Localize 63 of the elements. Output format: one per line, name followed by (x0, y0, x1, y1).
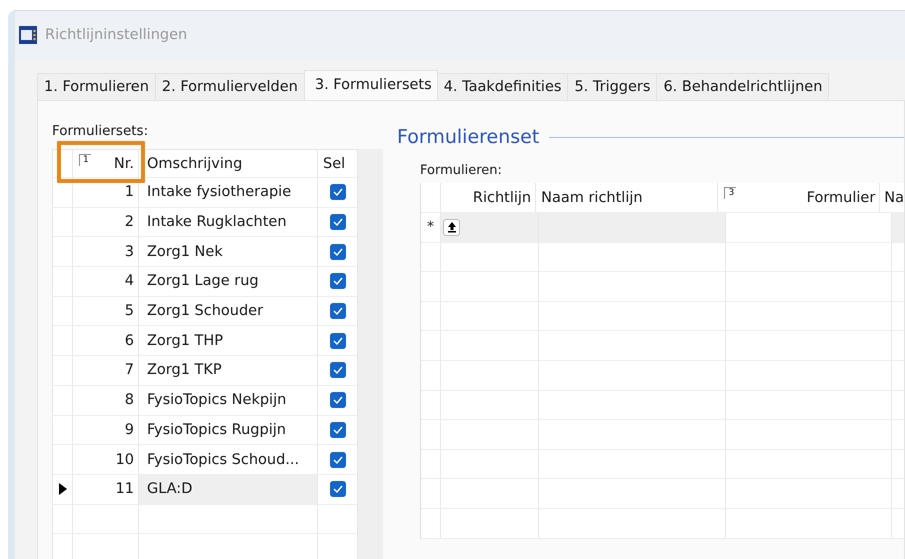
check-icon (332, 336, 342, 345)
checkbox[interactable] (330, 184, 346, 200)
grid-label: Formuliersets: (52, 123, 150, 141)
checkbox[interactable] (330, 362, 346, 378)
check-icon (332, 248, 342, 256)
checkbox[interactable] (330, 481, 346, 498)
table-cell[interactable]: Intake fysiotherapie (139, 178, 318, 207)
checkbox[interactable] (330, 422, 346, 438)
table-cell: 3 (73, 237, 139, 266)
upload-button[interactable] (443, 218, 460, 236)
grid-label: Formulieren: (420, 163, 503, 180)
window-title: Richtlijninstellingen (45, 27, 188, 43)
checkbox[interactable] (330, 452, 346, 468)
table-cell[interactable]: Zorg1 TKP (139, 356, 318, 385)
tab[interactable]: 3. Formuliersets (304, 70, 438, 100)
check-icon (332, 426, 342, 434)
table-cell: 10 (73, 445, 139, 474)
table-cell[interactable]: Zorg1 Lage rug (139, 267, 318, 296)
group-heading: Formulierenset (397, 126, 540, 148)
sort-order-indicator: 3 (724, 187, 736, 199)
table-cell: 7 (73, 356, 139, 385)
check-icon (332, 396, 342, 404)
check-icon (332, 307, 342, 316)
checkbox[interactable] (330, 392, 346, 408)
sort-order-indicator: 1 (79, 154, 91, 166)
table-cell: 2 (73, 208, 139, 236)
tab[interactable]: 1. Formulieren (37, 73, 156, 100)
table-cell[interactable]: GLA:D (139, 474, 318, 504)
app-logo-icon (19, 26, 37, 44)
checkbox[interactable] (330, 214, 346, 230)
column-header[interactable]: 1 Nr. (73, 150, 139, 177)
column-header[interactable]: 3 Formulier (718, 183, 880, 212)
check-icon (332, 218, 342, 226)
table-cell[interactable]: Zorg1 Nek (139, 237, 318, 266)
table-cell: 8 (73, 386, 139, 414)
column-header[interactable]: Omschrijving (139, 150, 318, 177)
table-cell[interactable]: FysioTopics Rugpijn (139, 416, 318, 444)
check-icon (332, 485, 342, 494)
tab[interactable]: 6. Behandelrichtlijnen (656, 73, 830, 100)
column-header[interactable]: Na (880, 183, 904, 212)
table-cell: 9 (73, 416, 139, 444)
column-header[interactable]: Sel (318, 150, 357, 177)
check-icon (332, 188, 342, 196)
table-cell: 1 (73, 178, 139, 207)
checkbox[interactable] (330, 332, 346, 349)
column-header[interactable]: Naam richtlijn (536, 183, 718, 212)
checkbox[interactable] (330, 273, 346, 290)
table-cell[interactable]: FysioTopics Schoud... (139, 445, 318, 474)
table-cell[interactable]: Zorg1 Schouder (139, 296, 318, 326)
checkbox[interactable] (330, 244, 346, 260)
new-row-marker: * (427, 219, 434, 236)
check-icon (332, 456, 342, 464)
table-cell: 6 (73, 326, 139, 356)
table-cell[interactable]: FysioTopics Nekpijn (139, 386, 318, 414)
up-arrow-icon (446, 221, 456, 234)
table-cell[interactable]: Intake Rugklachten (139, 208, 318, 236)
table-cell: 4 (73, 267, 139, 296)
column-header[interactable]: Richtlijn (440, 183, 536, 212)
table-cell[interactable]: Zorg1 THP (139, 326, 318, 356)
check-icon (332, 277, 342, 286)
checkbox[interactable] (330, 303, 346, 320)
check-icon (332, 366, 342, 374)
table-cell: 5 (73, 296, 139, 326)
